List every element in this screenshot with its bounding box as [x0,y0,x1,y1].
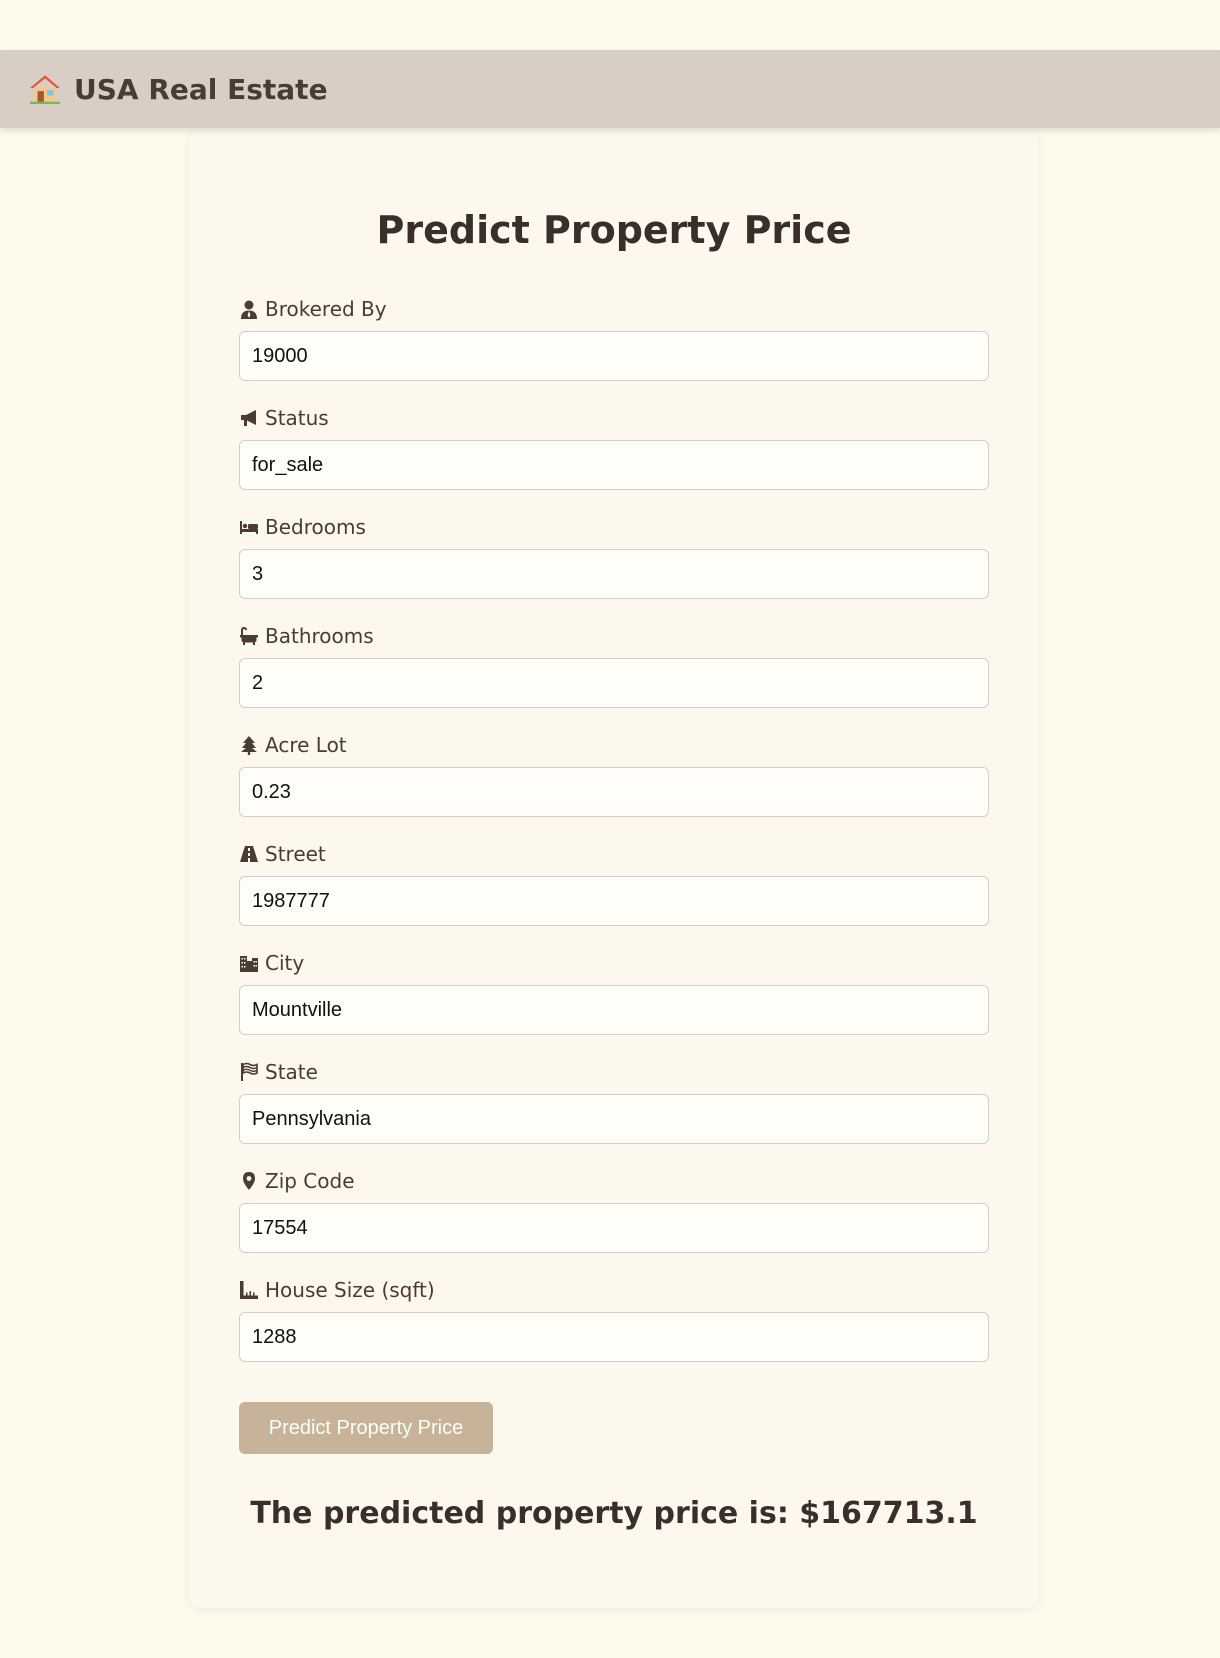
house-size-input[interactable] [239,1312,989,1362]
flag-icon [241,1062,258,1081]
bedrooms-input[interactable] [239,549,989,599]
form-title: Predict Property Price [376,208,852,252]
acre-lot-input[interactable] [239,767,989,817]
tree-icon [241,736,257,755]
state-input[interactable] [239,1094,989,1144]
field-house-size: House Size (sqft) [239,1276,989,1362]
field-acre-lot: Acre Lot [239,731,989,817]
field-city: City [239,949,989,1035]
field-label: Bedrooms [239,513,989,541]
brokered-by-input[interactable] [239,331,989,381]
city-icon [240,956,258,972]
status-input[interactable] [239,440,989,490]
zip-code-input[interactable] [239,1203,989,1253]
user-tie-icon [241,300,257,319]
bathrooms-input[interactable] [239,658,989,708]
prediction-form-card: Predict Property Price Brokered By Statu… [189,128,1039,1608]
field-label-text: City [265,951,305,975]
brand[interactable]: USA Real Estate [28,72,328,106]
field-label: Acre Lot [239,731,989,759]
city-input[interactable] [239,985,989,1035]
field-label: State [239,1058,989,1086]
road-icon [240,846,258,862]
field-label-text: State [265,1060,318,1084]
field-status: Status [239,404,989,490]
field-label-text: Brokered By [265,297,387,321]
bullhorn-icon [241,410,256,426]
field-label: Status [239,404,989,432]
site-title: USA Real Estate [74,72,328,106]
map-marker-icon [243,1172,255,1190]
field-label-text: Bedrooms [265,515,366,539]
field-label: Zip Code [239,1167,989,1195]
field-label-text: Acre Lot [265,733,347,757]
bath-icon [240,626,258,645]
field-label-text: Status [265,406,329,430]
field-label-text: House Size (sqft) [265,1278,435,1302]
field-bedrooms: Bedrooms [239,513,989,599]
house-icon [30,75,60,104]
field-label-text: Bathrooms [265,624,374,648]
field-label: House Size (sqft) [239,1276,989,1304]
field-state: State [239,1058,989,1144]
field-label: City [239,949,989,977]
field-street: Street [239,840,989,926]
field-label-text: Zip Code [265,1169,355,1193]
navbar: USA Real Estate [0,50,1220,128]
field-zip-code: Zip Code [239,1167,989,1253]
predict-button[interactable]: Predict Property Price [239,1402,493,1454]
field-label: Brokered By [239,295,989,323]
ruler-icon [240,1281,258,1299]
bed-icon [240,521,258,534]
prediction-result: The predicted property price is: $167713… [250,1496,978,1531]
field-label: Bathrooms [239,622,989,650]
field-label: Street [239,840,989,868]
field-label-text: Street [265,842,326,866]
field-bathrooms: Bathrooms [239,622,989,708]
street-input[interactable] [239,876,989,926]
field-brokered-by: Brokered By [239,295,989,381]
